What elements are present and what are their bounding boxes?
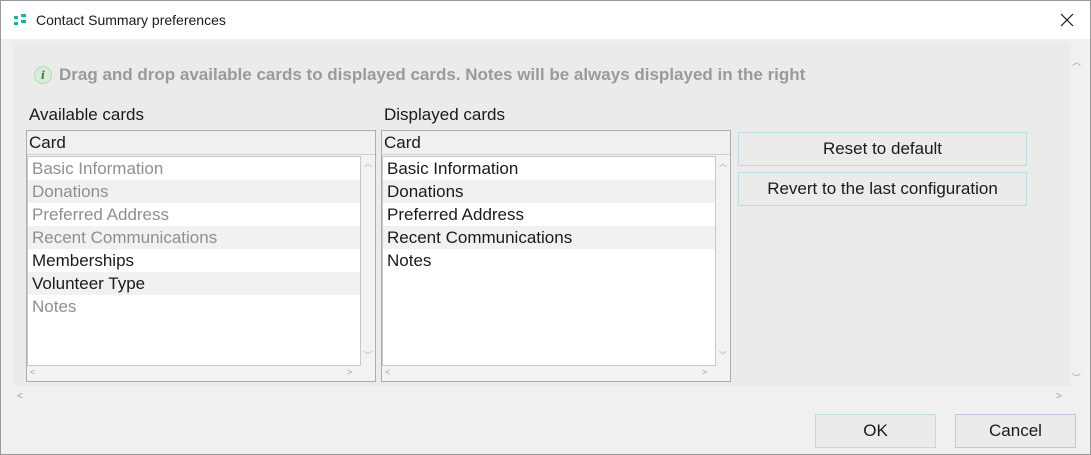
list-item[interactable]: Basic Information (28, 157, 360, 180)
list-item[interactable]: Basic Information (383, 157, 715, 180)
scroll-left-arrow-icon[interactable]: < (385, 367, 390, 377)
close-button[interactable] (1044, 1, 1090, 39)
scroll-up-arrow-icon[interactable]: ︿ (719, 158, 727, 169)
scroll-right-arrow-icon[interactable]: > (702, 367, 707, 377)
displayed-cards-list[interactable]: Basic Information Donations Preferred Addr… (382, 156, 716, 366)
info-banner: i Drag and drop available cards to displ… (34, 64, 805, 86)
preferences-dialog: Contact Summary preferences ︿ ﹀ < > i Dr… (0, 0, 1091, 455)
list-item[interactable]: Recent Communications (28, 226, 360, 249)
title-bar: Contact Summary preferences (1, 1, 1090, 39)
available-cards-list[interactable]: Basic Information Donations Preferred Addr… (27, 156, 361, 366)
close-icon (1060, 13, 1074, 27)
available-card-column-header[interactable]: Card (27, 131, 375, 155)
list-item[interactable]: Donations (28, 180, 360, 203)
revert-configuration-button[interactable]: Revert to the last configuration (738, 172, 1027, 206)
scroll-right-arrow-icon[interactable]: > (347, 367, 352, 377)
list-item[interactable]: Preferred Address (28, 203, 360, 226)
list-item[interactable]: Memberships (28, 249, 360, 272)
scroll-left-arrow-icon[interactable]: < (30, 367, 35, 377)
displayed-list-vertical-scrollbar[interactable]: ︿ ﹀ (716, 156, 730, 366)
scroll-down-arrow-icon[interactable]: ﹀ (364, 350, 372, 361)
list-item[interactable]: Preferred Address (383, 203, 715, 226)
available-cards-label: Available cards (29, 105, 144, 124)
scroll-down-arrow-icon[interactable]: ﹀ (1072, 371, 1081, 384)
info-icon: i (34, 66, 52, 84)
scroll-right-arrow-icon[interactable]: > (1056, 391, 1062, 402)
list-item[interactable]: Donations (383, 180, 715, 203)
list-item[interactable]: Notes (28, 295, 360, 318)
displayed-cards-table[interactable]: Card Basic Information Donations Preferred… (381, 130, 731, 382)
scroll-left-arrow-icon[interactable]: < (17, 391, 23, 402)
displayed-cards-label: Displayed cards (384, 105, 505, 124)
scroll-up-arrow-icon[interactable]: ︿ (1072, 55, 1081, 68)
scroll-up-arrow-icon[interactable]: ︿ (364, 158, 372, 169)
available-list-horizontal-scrollbar[interactable]: < > (27, 366, 375, 381)
dialog-vertical-scrollbar[interactable]: ︿ ﹀ (1069, 45, 1085, 390)
scroll-down-arrow-icon[interactable]: ﹀ (719, 350, 727, 361)
displayed-list-horizontal-scrollbar[interactable]: < > (382, 366, 730, 381)
info-text: Drag and drop available cards to display… (59, 65, 806, 84)
reset-to-default-button[interactable]: Reset to default (738, 132, 1027, 166)
displayed-card-column-header[interactable]: Card (382, 131, 730, 155)
available-cards-table[interactable]: Card Basic Information Donations Preferred… (26, 130, 376, 382)
window-title: Contact Summary preferences (36, 12, 226, 28)
dialog-horizontal-scrollbar[interactable]: < > (13, 389, 1071, 405)
app-logo-icon (14, 14, 26, 25)
available-list-vertical-scrollbar[interactable]: ︿ ﹀ (361, 156, 375, 366)
list-item[interactable]: Recent Communications (383, 226, 715, 249)
list-item[interactable]: Notes (383, 249, 715, 272)
list-item[interactable]: Volunteer Type (28, 272, 360, 295)
ok-button[interactable]: OK (815, 414, 936, 448)
cancel-button[interactable]: Cancel (955, 414, 1076, 448)
